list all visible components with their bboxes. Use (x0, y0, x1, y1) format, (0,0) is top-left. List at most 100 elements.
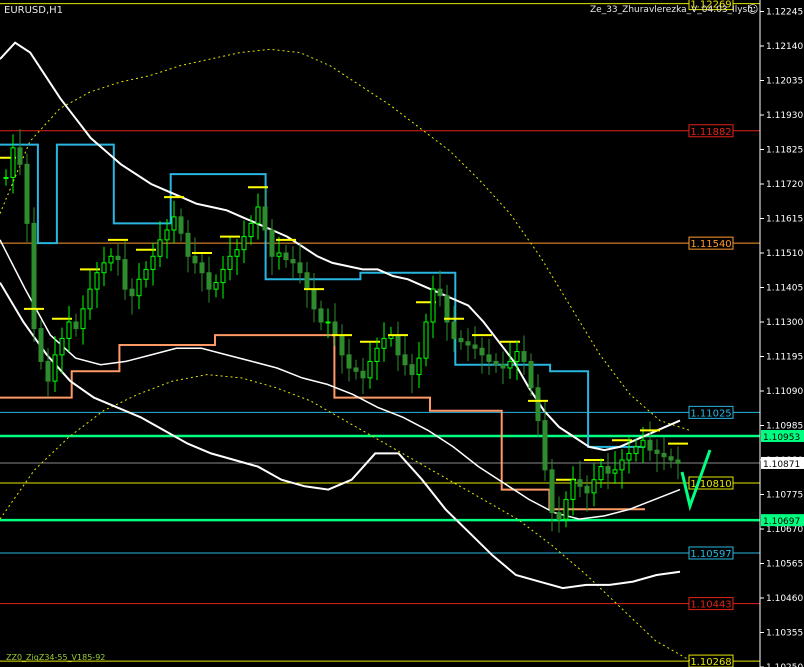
candle-body-70 (493, 360, 499, 366)
candle-body-54 (381, 337, 387, 349)
candle-body-11 (80, 308, 86, 330)
candle-body-41 (290, 259, 296, 264)
candle-body-87 (612, 469, 618, 474)
candle-body-15 (108, 255, 114, 264)
candle-body-58 (409, 364, 415, 376)
candle-body-31 (220, 268, 226, 284)
candle-body-25 (178, 216, 184, 234)
axis-tick-label-3: 1.11930 (766, 111, 803, 121)
candle-body-26 (185, 232, 191, 257)
candle-body-20 (143, 268, 149, 280)
candle-body-22 (157, 239, 163, 257)
candle-body-13 (94, 272, 100, 290)
candle-body-66 (465, 341, 471, 346)
candle-body-19 (136, 278, 142, 297)
candle-body-36 (255, 206, 261, 224)
candle-body-28 (199, 262, 205, 274)
level-label-7: 1.10268 (690, 657, 731, 667)
candle-body-48 (339, 334, 345, 356)
candle-body-2 (17, 147, 23, 165)
candle-body-6 (45, 360, 51, 382)
candle-body-72 (507, 360, 513, 369)
candle-body-18 (129, 288, 135, 297)
axis-green-label-1: 1.10697 (763, 517, 800, 527)
candle-body-75 (528, 360, 534, 389)
axis-tick-label-12: 1.10985 (766, 422, 803, 432)
axis-tick-label-16: 1.10565 (766, 560, 803, 570)
axis-tick-label-2: 1.12035 (766, 77, 803, 87)
candle-body-61 (430, 288, 436, 323)
candle-body-43 (304, 272, 310, 290)
bottom-indicator-label: ZZ0_ZigZ34-55_V185-92 (6, 653, 106, 662)
axis-tick-label-7: 1.11510 (766, 249, 803, 259)
candle-body-27 (192, 255, 198, 264)
candle-body-24 (171, 216, 177, 231)
candle-body-86 (605, 466, 611, 474)
candle-body-53 (374, 347, 380, 362)
axis-tick-label-6: 1.11615 (766, 215, 803, 225)
candle-body-0 (3, 176, 9, 179)
candle-body-45 (318, 308, 324, 323)
price-chart[interactable]: 1.122691.118821.115401.110251.108101.105… (0, 0, 804, 667)
candle-body-5 (38, 328, 44, 362)
candle-body-12 (87, 288, 93, 310)
level-label-6: 1.10443 (690, 600, 731, 611)
candle-body-95 (668, 456, 674, 461)
candle-body-10 (73, 321, 79, 330)
candle-body-38 (269, 229, 275, 257)
candle-body-88 (619, 459, 625, 471)
smiley-icon: ☺ (747, 3, 759, 16)
candle-body-30 (213, 282, 219, 290)
candle-body-73 (514, 351, 520, 362)
candle-body-64 (451, 321, 457, 339)
symbol-label: EURUSD,H1 (4, 5, 64, 16)
candle-body-56 (395, 334, 401, 356)
candle-body-82 (577, 479, 583, 487)
candle-body-42 (297, 262, 303, 274)
candle-body-89 (626, 452, 632, 461)
candle-body-68 (479, 347, 485, 356)
axis-tick-label-14: 1.10775 (766, 491, 803, 501)
candle-body-60 (423, 321, 429, 359)
candle-body-52 (367, 360, 373, 379)
candle-body-21 (150, 255, 156, 270)
candle-body-77 (542, 420, 548, 471)
candle-body-23 (164, 229, 170, 241)
candle-body-39 (276, 252, 282, 257)
candle-body-9 (66, 321, 72, 339)
candle-body-35 (248, 222, 254, 238)
candle-body-40 (283, 252, 289, 261)
candle-body-59 (416, 357, 422, 376)
axis-tick-label-10: 1.11195 (766, 353, 803, 363)
candle-body-14 (101, 262, 107, 274)
candle-body-50 (353, 367, 359, 372)
candle-body-71 (500, 364, 506, 369)
axis-tick-label-11: 1.11090 (766, 387, 803, 397)
candle-body-80 (563, 498, 569, 520)
candle-body-92 (647, 439, 653, 451)
candle-body-3 (24, 163, 30, 224)
candle-body-84 (591, 479, 597, 494)
candle-body-76 (535, 387, 541, 422)
candle-body-17 (122, 259, 128, 290)
candle-body-34 (241, 236, 247, 251)
axis-tick-label-5: 1.11720 (766, 180, 803, 190)
candle-body-85 (598, 466, 604, 481)
axis-tick-label-18: 1.10355 (766, 629, 803, 639)
candle-body-74 (521, 351, 527, 362)
candle-body-96 (675, 459, 681, 464)
candle-body-32 (227, 255, 233, 270)
candle-body-67 (472, 344, 478, 349)
candle-body-46 (325, 321, 331, 324)
axis-tick-label-19: 1.10250 (766, 663, 803, 667)
axis-tick-label-0: 1.12245 (766, 8, 803, 18)
candle-body-69 (486, 354, 492, 362)
axis-tick-label-8: 1.11405 (766, 284, 803, 294)
candle-body-93 (654, 449, 660, 454)
candle-body-81 (570, 479, 576, 500)
current-price-label: 1.10871 (763, 460, 800, 470)
candle-body-7 (52, 354, 58, 382)
candle-body-37 (262, 206, 268, 231)
candle-body-94 (661, 452, 667, 458)
candle-body-78 (549, 469, 555, 514)
